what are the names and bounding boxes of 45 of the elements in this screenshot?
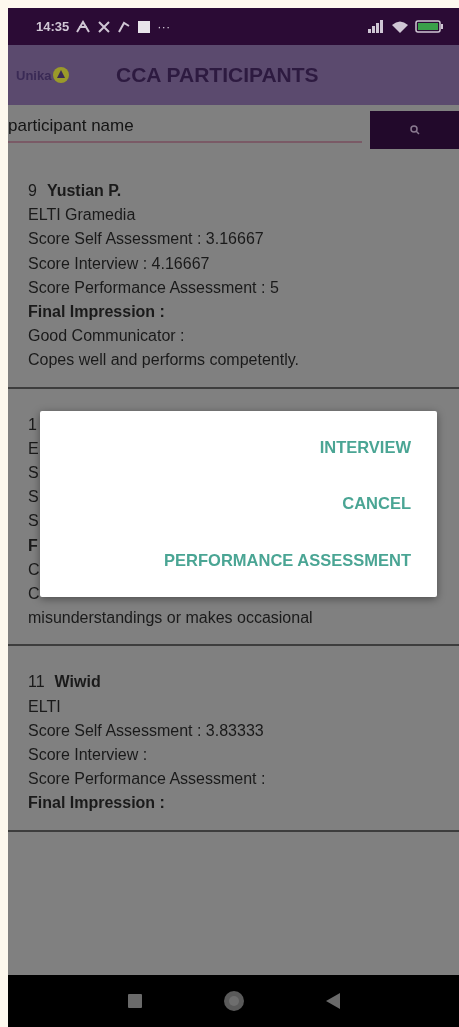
notification-icon	[75, 19, 92, 34]
participant-detail: C	[28, 584, 40, 605]
dialog-option[interactable]: CANCEL	[342, 488, 411, 520]
participant-detail: Score Interview :	[28, 745, 148, 766]
battery-icon	[415, 20, 445, 33]
more-notifications: ···	[157, 19, 171, 34]
participant-card[interactable]: 11 Wiwid ELTI Score Self Assessment : 3.83333 Score Interview : Score Performance Assessment : Final Impression :	[8, 646, 459, 832]
participant-label: F	[28, 535, 38, 556]
participant-detail: Score Interview : 4.16667	[28, 253, 210, 274]
participant-detail: ELTI	[28, 696, 61, 717]
participant-detail: ELTI Gramedia	[28, 205, 136, 226]
participant-number: 11	[28, 672, 45, 693]
dialog-option[interactable]: INTERVIEW	[319, 431, 411, 463]
notification-icon	[97, 19, 112, 34]
home-icon[interactable]	[223, 991, 244, 1011]
participant-card[interactable]: 9 Yustian P. ELTI Gramedia Score Self Assessment : 3.16667 Score Interview : 4.16667 Score Performance Assessment : 5 Final Impression : Good Communicator : Copes well and performs competently.	[8, 155, 459, 389]
participant-detail: S	[28, 511, 39, 532]
square-icon	[137, 19, 152, 34]
participant-detail: S	[28, 487, 39, 508]
notification-icon	[117, 19, 132, 34]
participant-detail: Good Communicator :	[28, 326, 185, 347]
participant-name: Wiwid	[54, 672, 101, 693]
participant-label: Final Impression :	[28, 793, 165, 814]
participant-number: 9	[28, 181, 37, 201]
back-icon[interactable]	[325, 993, 340, 1009]
logo-icon	[52, 66, 71, 84]
participant-detail: 1	[28, 414, 37, 435]
recents-icon[interactable]	[127, 994, 142, 1008]
participant-detail: Copes well and performs competently.	[28, 350, 299, 371]
signal-icon	[367, 20, 385, 33]
participant-detail: C	[28, 559, 40, 580]
participant-label: Final Impression :	[28, 302, 165, 322]
search-field[interactable]: participant name	[8, 111, 362, 143]
status-time: 14:35	[36, 19, 70, 34]
participant-name: Yustian P.	[46, 181, 122, 201]
participant-detail: Score Self Assessment : 3.16667	[28, 229, 264, 250]
dialog-option[interactable]: PERFORMANCE ASSESSMENT	[164, 545, 411, 577]
search-icon	[409, 125, 420, 135]
wifi-icon	[391, 19, 409, 34]
participant-detail: S	[28, 463, 39, 484]
participant-detail: Score Self Assessment : 3.83333	[28, 720, 264, 741]
participant-detail: Score Performance Assessment :	[28, 769, 266, 790]
participant-detail: misunderstandings or makes occasional	[28, 608, 313, 629]
participant-detail: Score Performance Assessment : 5	[28, 277, 279, 298]
participant-detail: E	[28, 438, 39, 459]
